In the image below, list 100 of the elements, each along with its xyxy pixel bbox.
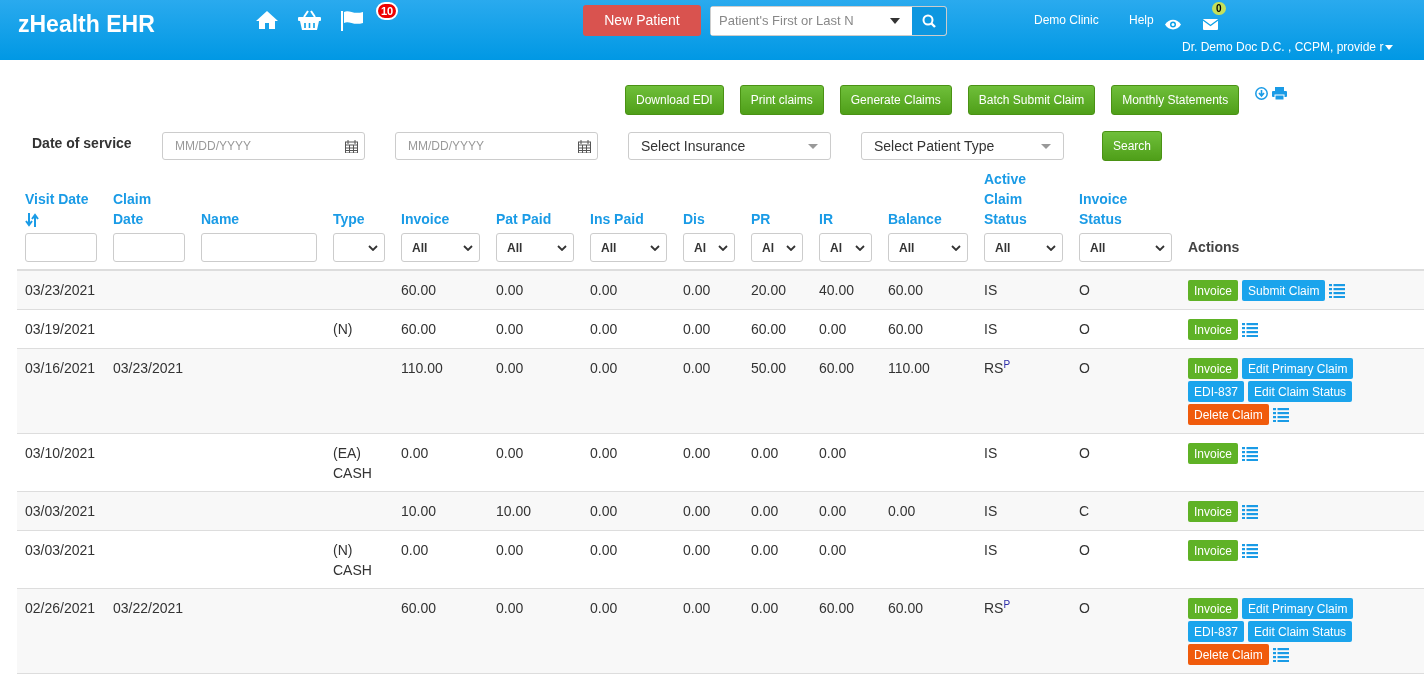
column-header[interactable]: Claim Date	[113, 189, 185, 229]
table-cell: 02/26/2021	[25, 600, 96, 616]
table-cell: 20.00	[751, 282, 787, 298]
column-header[interactable]: Invoice	[401, 209, 480, 229]
table-cell: 03/22/2021	[113, 600, 184, 616]
basket-icon[interactable]	[297, 9, 322, 31]
download-icon[interactable]	[1255, 87, 1269, 100]
search-box[interactable]: Patient's First or Last N	[710, 6, 947, 36]
table-cell: 0.00	[496, 282, 524, 298]
action-button[interactable]: Edit Primary Claim	[1242, 358, 1354, 379]
filter-select[interactable]	[333, 233, 385, 262]
table-cell: 0.00	[496, 321, 524, 337]
select-field[interactable]: Select Patient Type	[861, 132, 1064, 160]
action-button[interactable]: Edit Claim Status	[1248, 381, 1353, 402]
table-cell: O	[1079, 600, 1090, 616]
list-icon[interactable]	[1242, 543, 1259, 558]
action-button[interactable]: Edit Primary Claim	[1242, 598, 1354, 619]
list-icon[interactable]	[1242, 446, 1259, 461]
table-cell: 60.00	[888, 600, 924, 616]
filter-select[interactable]: All	[1079, 233, 1172, 262]
table-cell: 03/23/2021	[25, 282, 96, 298]
column-header[interactable]: IR	[819, 209, 872, 229]
action-button[interactable]: Invoice	[1188, 319, 1239, 340]
column-header[interactable]: Name	[201, 209, 317, 229]
filter-field[interactable]	[113, 233, 185, 262]
list-icon[interactable]	[1242, 322, 1259, 337]
action-button[interactable]: Delete Claim	[1188, 644, 1269, 665]
home-icon[interactable]	[255, 10, 279, 30]
action-button[interactable]: Invoice	[1188, 501, 1239, 522]
column-header[interactable]: Ins Paid	[590, 209, 667, 229]
list-icon[interactable]	[1272, 647, 1289, 662]
filter-field[interactable]	[201, 233, 317, 262]
table-cell: (N)	[333, 321, 353, 337]
table-cell: O	[1079, 321, 1090, 337]
table-cell: 0.00	[590, 282, 618, 298]
column-header[interactable]: Active Claim Status	[984, 169, 1063, 229]
action-button[interactable]: Invoice	[1188, 358, 1239, 379]
action-button[interactable]: Invoice	[1188, 280, 1239, 301]
filter-select[interactable]: All	[496, 233, 574, 262]
list-icon[interactable]	[1272, 407, 1289, 422]
search-button[interactable]: Search	[1102, 131, 1163, 161]
column-header[interactable]: Pat Paid	[496, 209, 574, 229]
column-header[interactable]: Invoice Status	[1079, 189, 1172, 229]
notification-badge: 10	[376, 2, 399, 20]
table-cell: 60.00	[819, 360, 855, 376]
chevron-icon	[786, 244, 796, 251]
printer-icon[interactable]	[1272, 87, 1288, 100]
flag-icon[interactable]	[340, 9, 364, 31]
brand-logo[interactable]: zHealth EHR	[18, 7, 155, 42]
toolbar-button[interactable]: Monthly Statements	[1111, 85, 1240, 115]
toolbar-button[interactable]: Print claims	[739, 85, 824, 115]
envelope-icon[interactable]	[1203, 18, 1218, 30]
filter-select[interactable]: All	[984, 233, 1063, 262]
table-cell: 0.00	[496, 542, 524, 558]
calendar-icon[interactable]	[345, 139, 358, 153]
table-cell: O	[1079, 282, 1090, 298]
column-header[interactable]: Balance	[888, 209, 968, 229]
select-field[interactable]: Select Insurance	[628, 132, 831, 160]
calendar-icon[interactable]	[578, 139, 591, 153]
eye-icon[interactable]	[1165, 18, 1181, 30]
user-menu[interactable]: Dr. Demo Doc D.C. , CCPM, provide r	[1182, 38, 1384, 56]
action-button[interactable]: Invoice	[1188, 443, 1239, 464]
help-link[interactable]: Help	[1129, 11, 1154, 29]
filter-field[interactable]	[25, 233, 97, 262]
clinic-link[interactable]: Demo Clinic	[1034, 11, 1099, 29]
column-header[interactable]: Type	[333, 209, 385, 229]
sort-icon[interactable]	[25, 213, 39, 228]
filter-select[interactable]: All	[401, 233, 480, 262]
action-button[interactable]: EDI-837	[1188, 381, 1245, 402]
action-button[interactable]: EDI-837	[1188, 621, 1245, 642]
date-picker[interactable]: MM/DD/YYYY	[162, 132, 365, 160]
table-cell: 0.00	[590, 600, 618, 616]
filter-select[interactable]: All	[590, 233, 667, 262]
table-cell: 0.00	[751, 542, 779, 558]
column-header[interactable]: Dis	[683, 209, 735, 229]
action-button[interactable]: Submit Claim	[1242, 280, 1326, 301]
list-icon[interactable]	[1329, 283, 1346, 298]
list-icon[interactable]	[1242, 504, 1259, 519]
table-cell: O	[1079, 445, 1090, 461]
table-cell: 0.00	[683, 360, 711, 376]
action-button[interactable]: Invoice	[1188, 540, 1239, 561]
toolbar-button[interactable]: Batch Submit Claim	[967, 85, 1096, 115]
toolbar-button[interactable]: Download EDI	[625, 85, 724, 115]
table-cell: 0.00	[590, 445, 618, 461]
column-header[interactable]: PR	[751, 209, 803, 229]
filter-select[interactable]: All	[888, 233, 968, 262]
toolbar-button[interactable]: Generate Claims	[839, 85, 952, 115]
filter-select[interactable]: Al	[819, 233, 872, 262]
column-header[interactable]: Visit Date	[25, 189, 97, 209]
table-cell: 0.00	[683, 600, 711, 616]
new-patient-button[interactable]: New Patient	[583, 5, 701, 36]
table-cell: 0.00	[590, 360, 618, 376]
filter-select[interactable]: Al	[683, 233, 735, 262]
table-cell: 0.00	[751, 503, 779, 519]
filter-select[interactable]: Al	[751, 233, 803, 262]
table-cell: RS$^{P}$	[984, 360, 1011, 376]
action-button[interactable]: Invoice	[1188, 598, 1239, 619]
action-button[interactable]: Edit Claim Status	[1248, 621, 1353, 642]
date-picker[interactable]: MM/DD/YYYY	[395, 132, 598, 160]
action-button[interactable]: Delete Claim	[1188, 404, 1269, 425]
